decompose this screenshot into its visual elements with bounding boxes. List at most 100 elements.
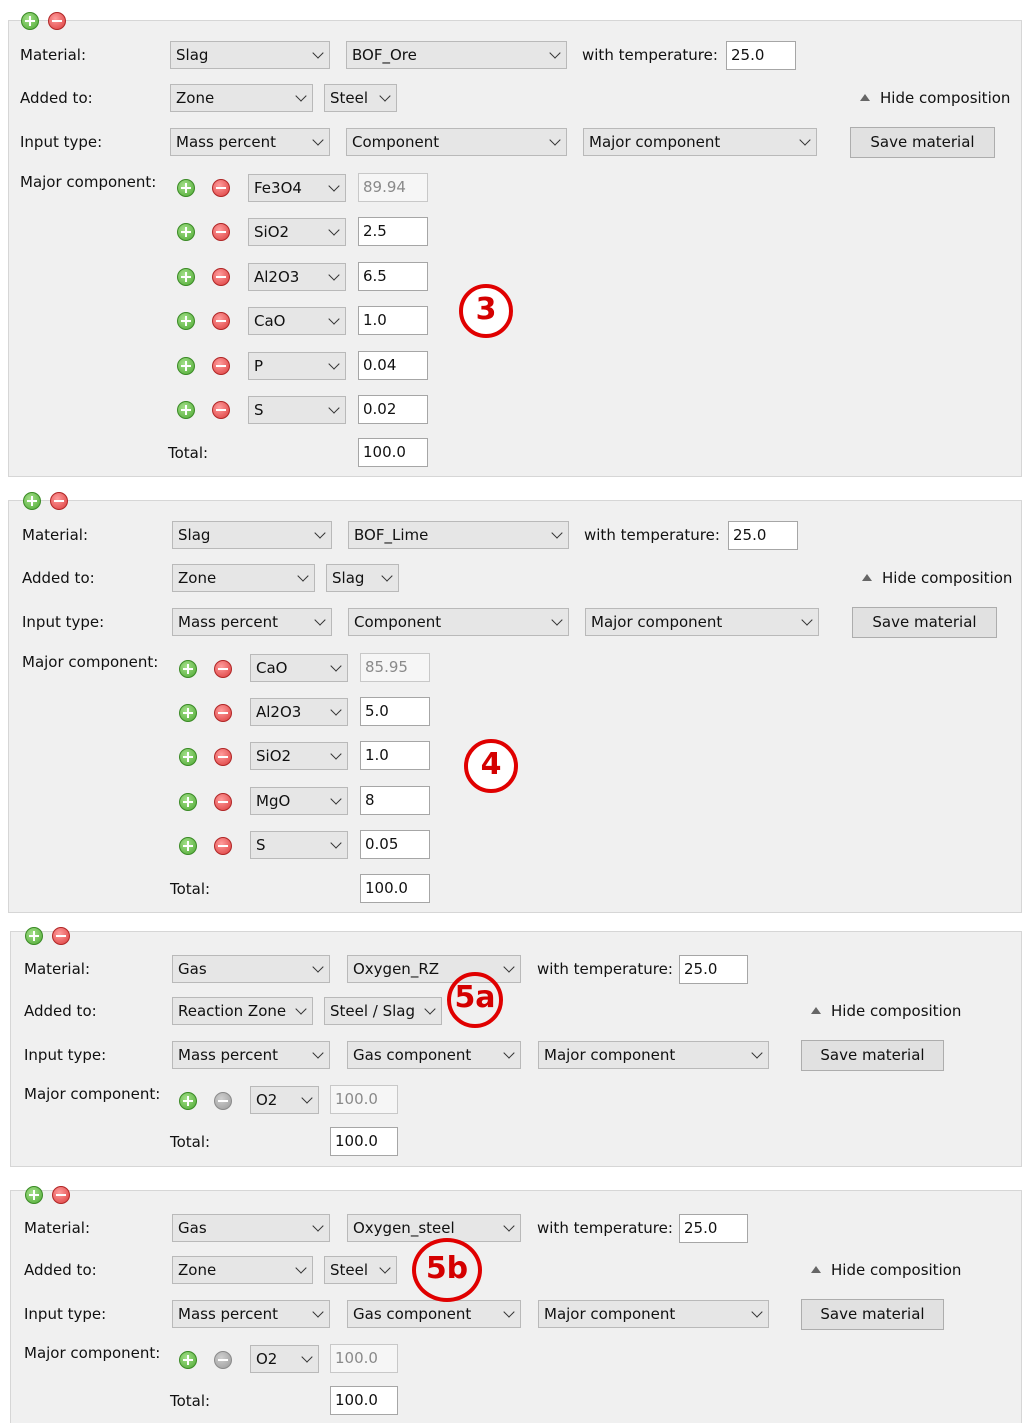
- component-type-select[interactable]: Component: [346, 128, 567, 156]
- component-value-input[interactable]: 5.0: [360, 697, 430, 726]
- save-material-button[interactable]: Save material: [801, 1040, 944, 1071]
- component-level-select[interactable]: Major component: [583, 128, 817, 156]
- component-type-select[interactable]: Gas component: [347, 1041, 521, 1069]
- component-value-input[interactable]: 8: [360, 786, 430, 815]
- material-type-select[interactable]: Gas: [172, 1214, 330, 1242]
- remove-component-icon[interactable]: [212, 357, 230, 375]
- add-component-icon[interactable]: [177, 401, 195, 419]
- added-phase-select[interactable]: Steel: [324, 1256, 397, 1284]
- hide-composition-link[interactable]: Hide composition: [860, 89, 1010, 107]
- add-component-icon[interactable]: [179, 1092, 197, 1110]
- component-select[interactable]: Fe3O4: [248, 174, 346, 202]
- hide-composition-link[interactable]: Hide composition: [811, 1261, 961, 1279]
- chevron-down-icon: [312, 961, 324, 973]
- material-name-select[interactable]: BOF_Lime: [348, 521, 569, 549]
- component-level-select[interactable]: Major component: [538, 1300, 769, 1328]
- remove-component-icon[interactable]: [214, 660, 232, 678]
- save-material-button[interactable]: Save material: [850, 127, 995, 158]
- remove-material-icon[interactable]: [52, 927, 70, 945]
- chevron-down-icon: [751, 1047, 763, 1059]
- remove-component-icon[interactable]: [212, 179, 230, 197]
- remove-component-disabled-icon: [214, 1092, 232, 1110]
- remove-component-icon[interactable]: [212, 312, 230, 330]
- component-level-select[interactable]: Major component: [585, 608, 819, 636]
- material-type-select[interactable]: Slag: [172, 521, 332, 549]
- add-component-icon[interactable]: [177, 268, 195, 286]
- material-type-select[interactable]: Gas: [172, 955, 330, 983]
- component-select[interactable]: P: [248, 352, 346, 380]
- component-select[interactable]: S: [250, 831, 348, 859]
- add-component-icon[interactable]: [179, 837, 197, 855]
- material-type-select[interactable]: Slag: [170, 41, 330, 69]
- remove-component-icon[interactable]: [214, 837, 232, 855]
- temperature-input[interactable]: 25.0: [679, 955, 748, 984]
- add-component-icon[interactable]: [179, 704, 197, 722]
- component-select[interactable]: CaO: [250, 654, 348, 682]
- add-component-icon[interactable]: [177, 223, 195, 241]
- save-material-button[interactable]: Save material: [801, 1299, 944, 1330]
- temperature-input[interactable]: 25.0: [726, 41, 796, 70]
- remove-component-icon[interactable]: [212, 223, 230, 241]
- chevron-down-icon: [379, 90, 391, 102]
- add-component-icon[interactable]: [177, 357, 195, 375]
- component-type-select[interactable]: Gas component: [347, 1300, 521, 1328]
- remove-material-icon[interactable]: [48, 12, 66, 30]
- add-material-icon[interactable]: [23, 492, 41, 510]
- added-zone-select[interactable]: Reaction Zone: [172, 997, 313, 1025]
- input-type-select[interactable]: Mass percent: [170, 128, 330, 156]
- added-phase-select[interactable]: Steel / Slag: [324, 997, 442, 1025]
- component-value-input[interactable]: 6.5: [358, 262, 428, 291]
- component-select[interactable]: S: [248, 396, 346, 424]
- remove-component-icon[interactable]: [214, 793, 232, 811]
- remove-component-icon[interactable]: [212, 268, 230, 286]
- component-type-select[interactable]: Component: [348, 608, 569, 636]
- component-level-select[interactable]: Major component: [538, 1041, 769, 1069]
- added-zone-select[interactable]: Zone: [172, 564, 315, 592]
- add-component-icon[interactable]: [177, 312, 195, 330]
- add-material-icon[interactable]: [21, 12, 39, 30]
- added-phase-select[interactable]: Steel: [324, 84, 397, 112]
- add-component-icon[interactable]: [179, 660, 197, 678]
- component-select[interactable]: SiO2: [248, 218, 346, 246]
- material-name-select[interactable]: Oxygen_steel: [347, 1214, 521, 1242]
- add-component-icon[interactable]: [179, 793, 197, 811]
- added-zone-select[interactable]: Zone: [172, 1256, 313, 1284]
- remove-component-icon[interactable]: [214, 748, 232, 766]
- input-type-select[interactable]: Mass percent: [172, 608, 332, 636]
- material-name-select[interactable]: BOF_Ore: [346, 41, 567, 69]
- save-material-button[interactable]: Save material: [852, 607, 997, 638]
- add-component-icon[interactable]: [179, 1351, 197, 1369]
- added-phase-select[interactable]: Slag: [326, 564, 399, 592]
- component-value-input[interactable]: 0.05: [360, 830, 430, 859]
- component-select[interactable]: O2: [250, 1345, 319, 1373]
- material-name-select[interactable]: Oxygen_RZ: [347, 955, 521, 983]
- component-value-input[interactable]: 2.5: [358, 217, 428, 246]
- add-component-icon[interactable]: [177, 179, 195, 197]
- remove-component-icon[interactable]: [212, 401, 230, 419]
- component-select[interactable]: Al2O3: [248, 263, 346, 291]
- component-select[interactable]: CaO: [248, 307, 346, 335]
- remove-material-icon[interactable]: [52, 1186, 70, 1204]
- add-material-icon[interactable]: [25, 1186, 43, 1204]
- component-select[interactable]: MgO: [250, 787, 348, 815]
- temperature-label: with temperature:: [582, 46, 718, 64]
- component-value-input[interactable]: 1.0: [358, 306, 428, 335]
- remove-component-icon[interactable]: [214, 704, 232, 722]
- component-select[interactable]: Al2O3: [250, 698, 348, 726]
- input-type-select[interactable]: Mass percent: [172, 1300, 330, 1328]
- remove-component-disabled-icon: [214, 1351, 232, 1369]
- component-value-input[interactable]: 0.02: [358, 395, 428, 424]
- component-value-input[interactable]: 0.04: [358, 351, 428, 380]
- temperature-input[interactable]: 25.0: [679, 1214, 748, 1243]
- add-component-icon[interactable]: [179, 748, 197, 766]
- hide-composition-link[interactable]: Hide composition: [862, 569, 1012, 587]
- component-select[interactable]: SiO2: [250, 742, 348, 770]
- temperature-input[interactable]: 25.0: [728, 521, 798, 550]
- remove-material-icon[interactable]: [50, 492, 68, 510]
- component-select[interactable]: O2: [250, 1086, 319, 1114]
- hide-composition-link[interactable]: Hide composition: [811, 1002, 961, 1020]
- input-type-select[interactable]: Mass percent: [172, 1041, 330, 1069]
- add-material-icon[interactable]: [25, 927, 43, 945]
- component-value-input[interactable]: 1.0: [360, 741, 430, 770]
- added-zone-select[interactable]: Zone: [170, 84, 313, 112]
